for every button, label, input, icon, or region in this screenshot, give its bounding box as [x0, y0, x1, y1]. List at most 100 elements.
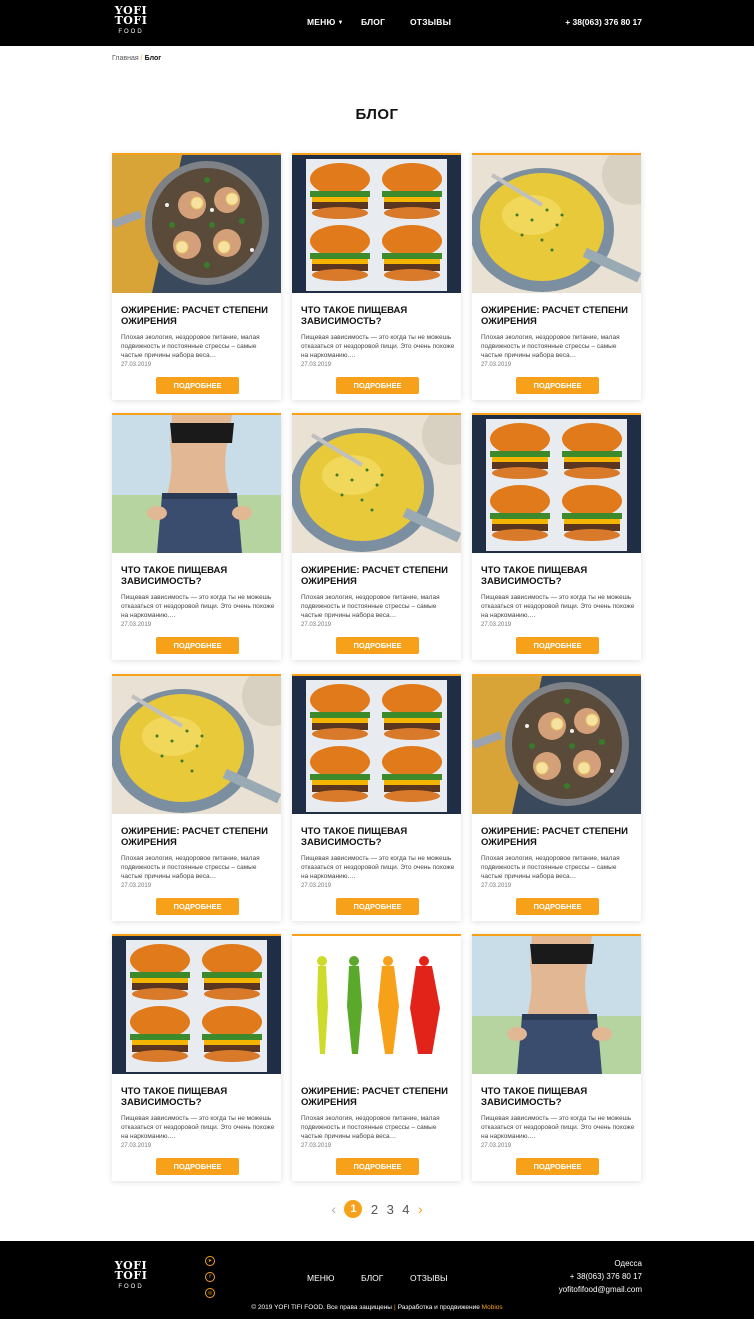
blog-card[interactable]: ЧТО ТАКОЕ ПИЩЕВАЯ ЗАВИСИМОСТЬ? Пищевая за…	[292, 153, 461, 400]
read-more-button[interactable]: ПОДРОБНЕЕ	[336, 637, 419, 654]
site-footer: YOFI TOFI FOOD ➤ f ◎ МЕНЮ БЛОГ ОТЗЫВЫ Од…	[0, 1241, 754, 1319]
card-image[interactable]	[472, 415, 641, 553]
blog-card[interactable]: ОЖИРЕНИЕ: РАСЧЕТ СТЕПЕНИ ОЖИРЕНИЯ Плохая …	[112, 153, 281, 400]
soup-pot-image	[112, 676, 281, 814]
header-logo[interactable]: YOFI TOFI FOOD	[112, 5, 150, 37]
card-excerpt: Пищевая зависимость — это когда ты не мо…	[481, 594, 635, 619]
chevron-left-icon[interactable]: ‹	[331, 1201, 336, 1217]
instagram-icon[interactable]: ◎	[205, 1288, 215, 1298]
nav-menu[interactable]: МЕНЮ ▼	[307, 17, 344, 27]
card-title[interactable]: ОЖИРЕНИЕ: РАСЧЕТ СТЕПЕНИ ОЖИРЕНИЯ	[301, 565, 456, 587]
nav-blog[interactable]: БЛОГ	[361, 17, 385, 27]
read-more-button[interactable]: ПОДРОБНЕЕ	[336, 1158, 419, 1175]
read-more-button[interactable]: ПОДРОБНЕЕ	[516, 637, 599, 654]
card-image[interactable]	[292, 936, 461, 1074]
nav-reviews[interactable]: ОТЗЫВЫ	[410, 17, 451, 27]
card-title[interactable]: ОЖИРЕНИЕ: РАСЧЕТ СТЕПЕНИ ОЖИРЕНИЯ	[301, 1086, 456, 1108]
read-more-button[interactable]: ПОДРОБНЕЕ	[156, 637, 239, 654]
card-image[interactable]	[112, 415, 281, 553]
card-date: 27.03.2019	[121, 362, 152, 368]
footer-phone[interactable]: + 38(063) 376 80 17	[570, 1272, 642, 1281]
blog-card[interactable]: ЧТО ТАКОЕ ПИЩЕВАЯ ЗАВИСИМОСТЬ? Пищевая за…	[112, 413, 281, 660]
burgers-image	[472, 415, 641, 553]
page-4[interactable]: 4	[402, 1202, 409, 1217]
blog-card[interactable]: ОЖИРЕНИЕ: РАСЧЕТ СТЕПЕНИ ОЖИРЕНИЯ Плохая …	[472, 674, 641, 921]
card-image[interactable]	[292, 155, 461, 293]
chicken-pan-image	[112, 155, 281, 293]
copyright-separator: |	[393, 1304, 396, 1311]
footer-nav-menu[interactable]: МЕНЮ	[307, 1273, 334, 1283]
card-title[interactable]: ЧТО ТАКОЕ ПИЩЕВАЯ ЗАВИСИМОСТЬ?	[481, 1086, 636, 1108]
read-more-button[interactable]: ПОДРОБНЕЕ	[336, 898, 419, 915]
blog-card[interactable]: ОЖИРЕНИЕ: РАСЧЕТ СТЕПЕНИ ОЖИРЕНИЯ Плохая …	[292, 934, 461, 1181]
page-2[interactable]: 2	[371, 1202, 378, 1217]
blog-card[interactable]: ОЖИРЕНИЕ: РАСЧЕТ СТЕПЕНИ ОЖИРЕНИЯ Плохая …	[472, 153, 641, 400]
card-title[interactable]: ЧТО ТАКОЕ ПИЩЕВАЯ ЗАВИСИМОСТЬ?	[481, 565, 636, 587]
burgers-image	[292, 155, 461, 293]
page-3[interactable]: 3	[387, 1202, 394, 1217]
card-date: 27.03.2019	[121, 1143, 152, 1149]
blog-card[interactable]: ЧТО ТАКОЕ ПИЩЕВАЯ ЗАВИСИМОСТЬ? Пищевая за…	[112, 934, 281, 1181]
site-header: YOFI TOFI FOOD МЕНЮ ▼ БЛОГ ОТЗЫВЫ + 38(06…	[0, 0, 754, 46]
footer-logo[interactable]: YOFI TOFI FOOD	[112, 1260, 150, 1292]
card-title[interactable]: ОЖИРЕНИЕ: РАСЧЕТ СТЕПЕНИ ОЖИРЕНИЯ	[121, 305, 276, 327]
card-title[interactable]: ЧТО ТАКОЕ ПИЩЕВАЯ ЗАВИСИМОСТЬ?	[121, 565, 276, 587]
copyright-text: © 2019 YOFI TIFI FOOD. Все права защищен…	[251, 1304, 392, 1311]
card-title[interactable]: ЧТО ТАКОЕ ПИЩЕВАЯ ЗАВИСИМОСТЬ?	[301, 305, 456, 327]
read-more-button[interactable]: ПОДРОБНЕЕ	[516, 898, 599, 915]
footer-email[interactable]: yofitofifood@gmail.com	[559, 1285, 642, 1294]
card-date: 27.03.2019	[301, 883, 332, 889]
card-image[interactable]	[112, 155, 281, 293]
pagination: ‹ 1 2 3 4 ›	[0, 1200, 754, 1220]
waist-image	[472, 936, 641, 1074]
blog-card[interactable]: ОЖИРЕНИЕ: РАСЧЕТ СТЕПЕНИ ОЖИРЕНИЯ Плохая …	[292, 413, 461, 660]
blog-card[interactable]: ЧТО ТАКОЕ ПИЩЕВАЯ ЗАВИСИМОСТЬ? Пищевая за…	[472, 413, 641, 660]
card-date: 27.03.2019	[121, 622, 152, 628]
card-title[interactable]: ОЖИРЕНИЕ: РАСЧЕТ СТЕПЕНИ ОЖИРЕНИЯ	[481, 826, 636, 848]
read-more-button[interactable]: ПОДРОБНЕЕ	[156, 898, 239, 915]
card-image[interactable]	[472, 676, 641, 814]
card-image[interactable]	[472, 155, 641, 293]
card-image[interactable]	[292, 415, 461, 553]
card-excerpt: Плохая экология, нездоровое питание, мал…	[481, 855, 620, 880]
card-title[interactable]: ЧТО ТАКОЕ ПИЩЕВАЯ ЗАВИСИМОСТЬ?	[121, 1086, 276, 1108]
page-1[interactable]: 1	[344, 1200, 363, 1218]
card-excerpt: Пищевая зависимость — это когда ты не мо…	[301, 855, 455, 880]
read-more-button[interactable]: ПОДРОБНЕЕ	[516, 1158, 599, 1175]
card-date: 27.03.2019	[121, 883, 152, 889]
blog-card[interactable]: ОЖИРЕНИЕ: РАСЧЕТ СТЕПЕНИ ОЖИРЕНИЯ Плохая …	[112, 674, 281, 921]
footer-city: Одесса	[614, 1259, 642, 1268]
read-more-button[interactable]: ПОДРОБНЕЕ	[156, 377, 239, 394]
card-date: 27.03.2019	[481, 1143, 512, 1149]
breadcrumb-home[interactable]: Главная	[112, 55, 139, 62]
footer-nav-blog[interactable]: БЛОГ	[361, 1273, 383, 1283]
card-image[interactable]	[112, 676, 281, 814]
blog-card[interactable]: ЧТО ТАКОЕ ПИЩЕВАЯ ЗАВИСИМОСТЬ? Пищевая за…	[292, 674, 461, 921]
chicken-pan-image	[472, 676, 641, 814]
card-title[interactable]: ОЖИРЕНИЕ: РАСЧЕТ СТЕПЕНИ ОЖИРЕНИЯ	[121, 826, 276, 848]
chevron-right-icon[interactable]: ›	[418, 1201, 423, 1217]
card-excerpt: Плохая экология, нездоровое питание, мал…	[301, 1115, 440, 1140]
developer-text: Разработка и продвижение	[397, 1304, 480, 1311]
page-title: БЛОГ	[355, 106, 399, 123]
footer-nav-reviews[interactable]: ОТЗЫВЫ	[410, 1273, 448, 1283]
card-excerpt: Пищевая зависимость — это когда ты не мо…	[121, 594, 275, 619]
card-date: 27.03.2019	[481, 883, 512, 889]
read-more-button[interactable]: ПОДРОБНЕЕ	[336, 377, 419, 394]
telegram-icon[interactable]: ➤	[205, 1256, 215, 1266]
read-more-button[interactable]: ПОДРОБНЕЕ	[156, 1158, 239, 1175]
card-image[interactable]	[472, 936, 641, 1074]
card-title[interactable]: ЧТО ТАКОЕ ПИЩЕВАЯ ЗАВИСИМОСТЬ?	[301, 826, 456, 848]
facebook-icon[interactable]: f	[205, 1272, 215, 1282]
developer-link[interactable]: Mobios	[482, 1304, 503, 1311]
header-phone[interactable]: + 38(063) 376 80 17	[565, 17, 642, 27]
blog-card[interactable]: ЧТО ТАКОЕ ПИЩЕВАЯ ЗАВИСИМОСТЬ? Пищевая за…	[472, 934, 641, 1181]
card-title[interactable]: ОЖИРЕНИЕ: РАСЧЕТ СТЕПЕНИ ОЖИРЕНИЯ	[481, 305, 636, 327]
logo-line-2: TOFI	[114, 14, 148, 27]
breadcrumb-current: Блог	[144, 55, 162, 62]
card-image[interactable]	[292, 676, 461, 814]
logo-line-3: FOOD	[118, 1284, 144, 1290]
logo-line-3: FOOD	[118, 29, 144, 35]
card-image[interactable]	[112, 936, 281, 1074]
read-more-button[interactable]: ПОДРОБНЕЕ	[516, 377, 599, 394]
